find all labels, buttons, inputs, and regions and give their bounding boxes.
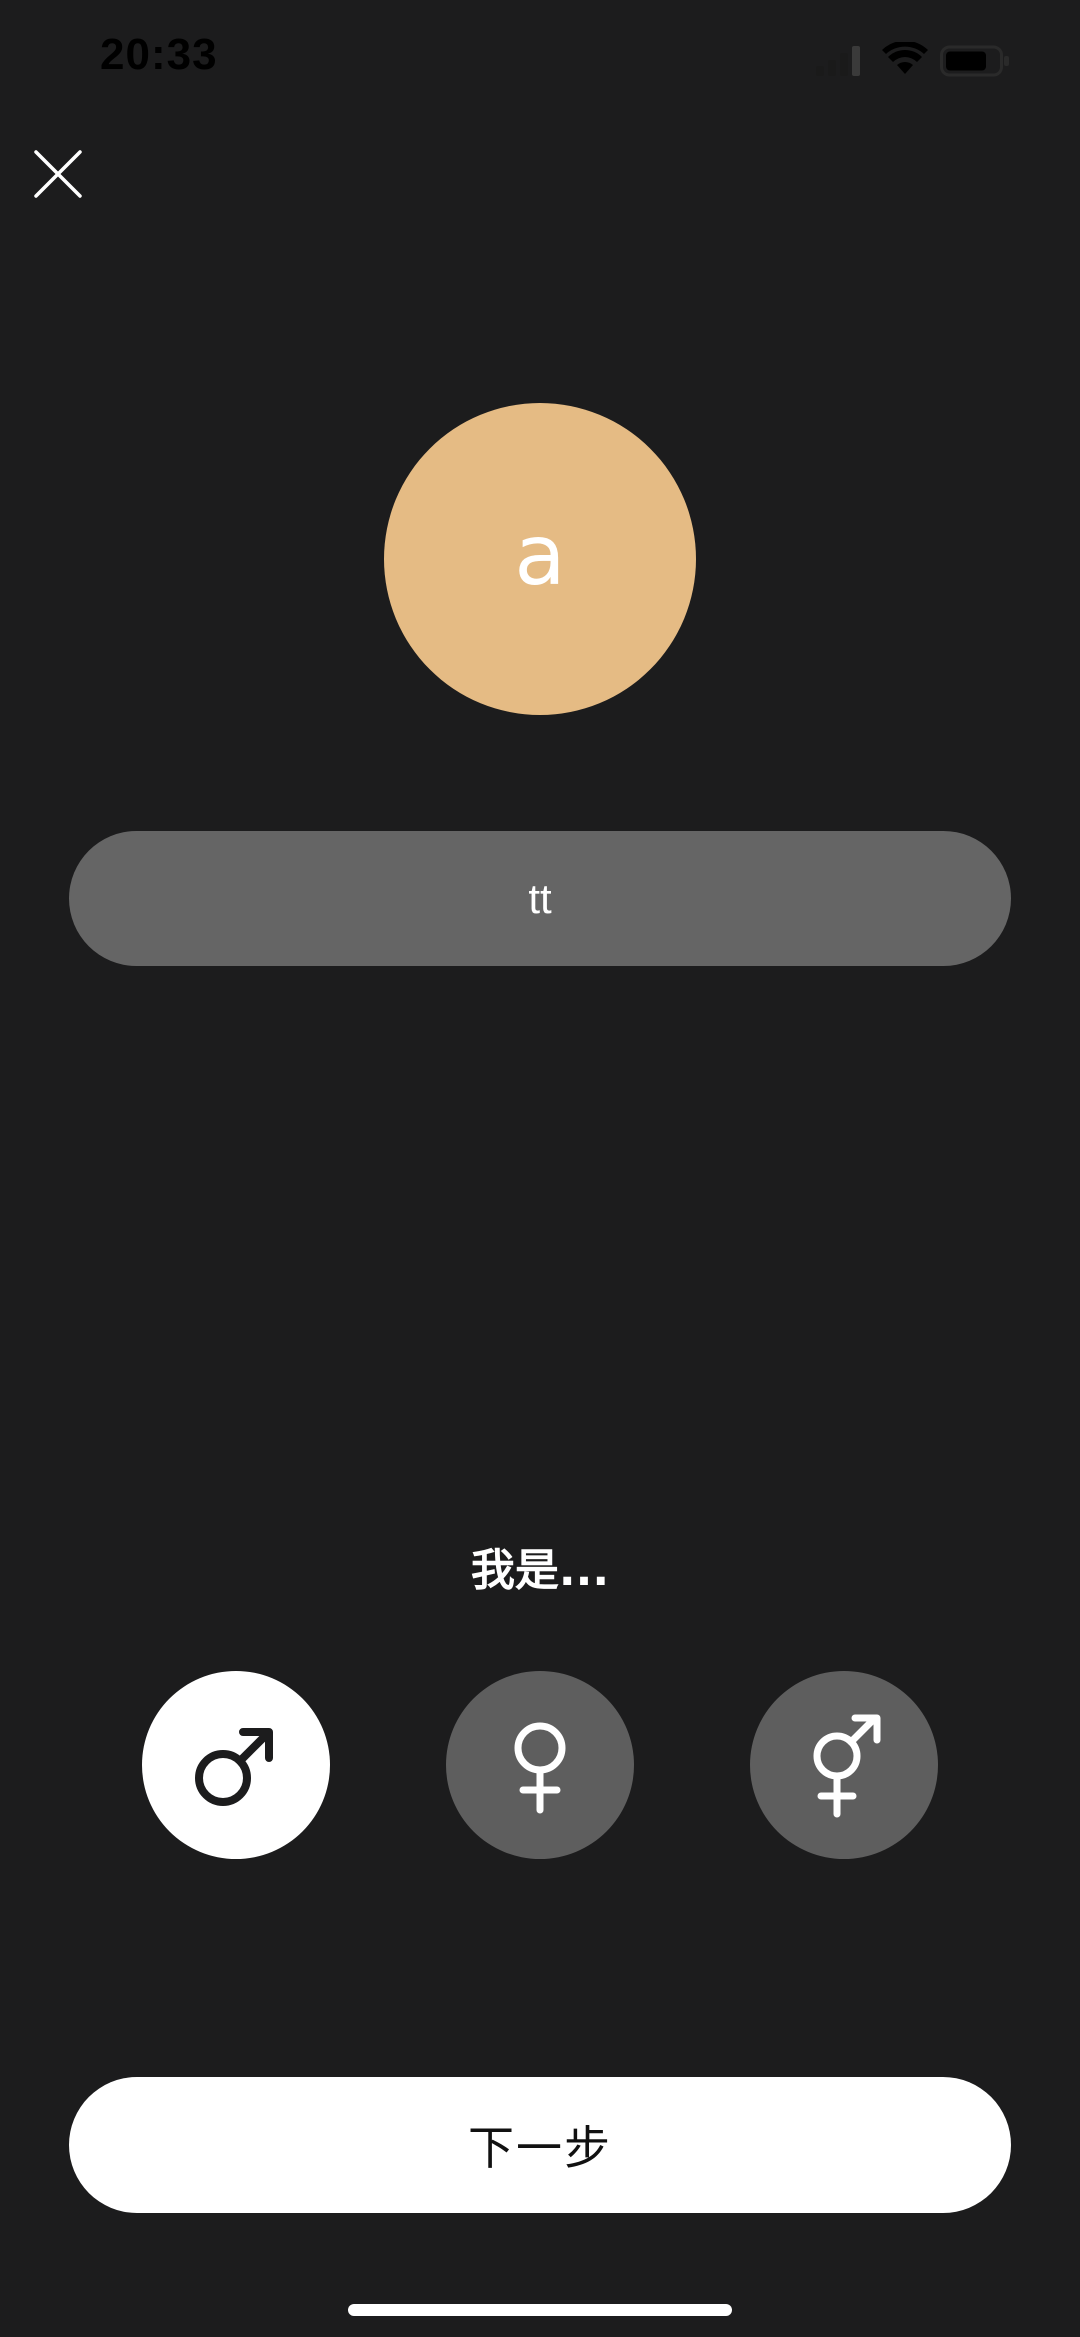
- name-field[interactable]: tt: [69, 831, 1011, 966]
- close-button[interactable]: [28, 144, 88, 204]
- close-icon: [34, 150, 82, 198]
- gender-option-other[interactable]: [750, 1671, 938, 1859]
- gender-option-female[interactable]: [446, 1671, 634, 1859]
- avatar[interactable]: a: [384, 403, 696, 715]
- gender-option-male[interactable]: [142, 1671, 330, 1859]
- home-indicator[interactable]: [348, 2304, 732, 2316]
- status-bar: 20:33: [0, 0, 1080, 125]
- next-button-label: 下一步: [468, 2121, 612, 2175]
- transgender-symbol-icon: [813, 1714, 881, 1818]
- battery-icon: [940, 45, 1009, 77]
- male-symbol-icon: [195, 1728, 273, 1806]
- wifi-icon: [882, 42, 928, 74]
- next-button[interactable]: 下一步: [69, 2077, 1011, 2213]
- status-time: 20:33: [100, 30, 218, 79]
- female-symbol-icon: [514, 1722, 566, 1814]
- avatar-initial: a: [514, 506, 566, 604]
- name-value: tt: [528, 874, 552, 922]
- gender-prompt: 我是...: [470, 1545, 610, 1596]
- cellular-signal-icon: [816, 46, 860, 76]
